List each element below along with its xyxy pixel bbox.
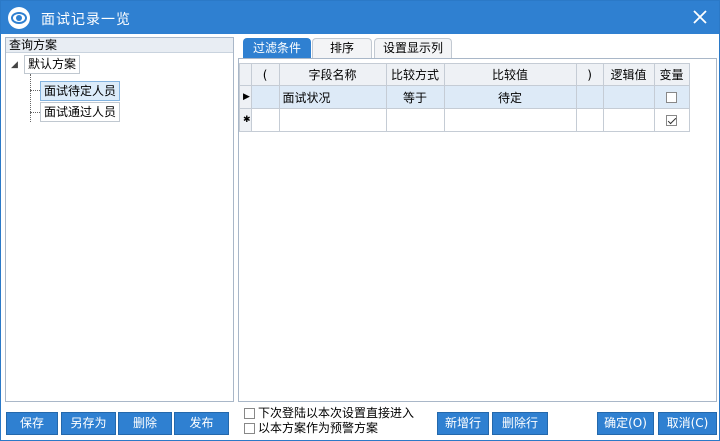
logic-cell[interactable] bbox=[602, 108, 655, 132]
table-row[interactable]: ▶ 面试状况 等于 待定 bbox=[239, 85, 690, 109]
tree-collapse-icon[interactable]: ◢ bbox=[11, 60, 18, 70]
table-header-row: ( 字段名称 比较方式 比较值 ) 逻辑值 变量 bbox=[239, 63, 690, 86]
delete-button[interactable]: 删除 bbox=[118, 412, 172, 435]
window-title: 面试记录一览 bbox=[41, 12, 131, 28]
column-header[interactable]: ) bbox=[575, 63, 604, 86]
title-bar[interactable]: 面试记录一览 bbox=[1, 1, 719, 34]
publish-button[interactable]: 发布 bbox=[174, 412, 229, 435]
operator-cell[interactable]: 等于 bbox=[385, 85, 445, 109]
warning-scheme-label: 以本方案作为预警方案 bbox=[258, 421, 379, 435]
scheme-panel: 查询方案 ◢ 默认方案 面试待定人员 面试通过人员 bbox=[5, 37, 234, 402]
current-row-indicator: ▶ bbox=[239, 85, 252, 109]
close-paren-cell[interactable] bbox=[575, 85, 604, 109]
filter-table: ( 字段名称 比较方式 比较值 ) 逻辑值 变量 ▶ 面试状况 等于 待定 ✱ bbox=[239, 63, 690, 132]
filter-panel: 过滤条件 排序 设置显示列 ( 字段名称 比较方式 比较值 ) 逻辑值 变量 ▶… bbox=[238, 37, 717, 402]
ok-button[interactable]: 确定(O) bbox=[597, 412, 654, 435]
tab-display-columns[interactable]: 设置显示列 bbox=[374, 38, 452, 58]
row-indicator-header bbox=[239, 63, 252, 86]
variable-cell[interactable] bbox=[653, 108, 690, 132]
open-paren-cell[interactable] bbox=[250, 108, 280, 132]
field-name-cell[interactable]: 面试状况 bbox=[278, 85, 387, 109]
tree-connector bbox=[30, 90, 40, 91]
tab-sort[interactable]: 排序 bbox=[312, 38, 372, 58]
tab-filter-conditions[interactable]: 过滤条件 bbox=[243, 38, 311, 58]
value-cell[interactable]: 待定 bbox=[443, 85, 577, 109]
column-header[interactable]: ( bbox=[250, 63, 280, 86]
variable-checkbox[interactable] bbox=[666, 92, 678, 103]
filter-grid: ( 字段名称 比较方式 比较值 ) 逻辑值 变量 ▶ 面试状况 等于 待定 ✱ bbox=[238, 58, 717, 402]
close-icon[interactable] bbox=[689, 6, 711, 28]
option-next-login-direct[interactable]: 下次登陆以本次设置直接进入 bbox=[244, 407, 414, 421]
tree-node-pending[interactable]: 面试待定人员 bbox=[40, 81, 121, 101]
open-paren-cell[interactable] bbox=[250, 85, 280, 109]
table-row-new[interactable]: ✱ bbox=[239, 108, 690, 132]
tree-node-passed[interactable]: 面试通过人员 bbox=[40, 102, 121, 122]
scheme-panel-header: 查询方案 bbox=[6, 38, 233, 53]
dialog-window: 面试记录一览 查询方案 ◢ 默认方案 面试待定人员 面试通过人员 过滤条件 排序… bbox=[0, 0, 720, 441]
option-warning-scheme[interactable]: 以本方案作为预警方案 bbox=[244, 422, 378, 436]
save-as-button[interactable]: 另存为 bbox=[61, 412, 116, 435]
delete-row-button[interactable]: 删除行 bbox=[492, 412, 548, 435]
eye-icon bbox=[8, 7, 30, 29]
save-button[interactable]: 保存 bbox=[6, 412, 58, 435]
column-header[interactable]: 比较值 bbox=[443, 63, 577, 86]
column-header[interactable]: 变量 bbox=[653, 63, 690, 86]
column-header[interactable]: 逻辑值 bbox=[602, 63, 655, 86]
next-login-checkbox[interactable] bbox=[244, 408, 255, 419]
next-login-label: 下次登陆以本次设置直接进入 bbox=[258, 406, 415, 420]
tree-root-default-scheme[interactable]: 默认方案 bbox=[24, 55, 81, 74]
field-name-cell[interactable] bbox=[278, 108, 387, 132]
column-header[interactable]: 比较方式 bbox=[385, 63, 445, 86]
variable-cell[interactable] bbox=[653, 85, 690, 109]
tab-bar: 过滤条件 排序 设置显示列 bbox=[238, 37, 717, 58]
logic-cell[interactable] bbox=[602, 85, 655, 109]
operator-cell[interactable] bbox=[385, 108, 445, 132]
cancel-button[interactable]: 取消(C) bbox=[658, 412, 717, 435]
value-cell[interactable] bbox=[443, 108, 577, 132]
close-paren-cell[interactable] bbox=[575, 108, 604, 132]
column-header[interactable]: 字段名称 bbox=[278, 63, 387, 86]
add-row-button[interactable]: 新增行 bbox=[437, 412, 489, 435]
new-row-indicator: ✱ bbox=[239, 108, 252, 132]
tree-connector bbox=[30, 112, 40, 113]
variable-checkbox[interactable] bbox=[666, 115, 678, 126]
warning-scheme-checkbox[interactable] bbox=[244, 423, 255, 434]
tree-connector bbox=[30, 74, 31, 122]
